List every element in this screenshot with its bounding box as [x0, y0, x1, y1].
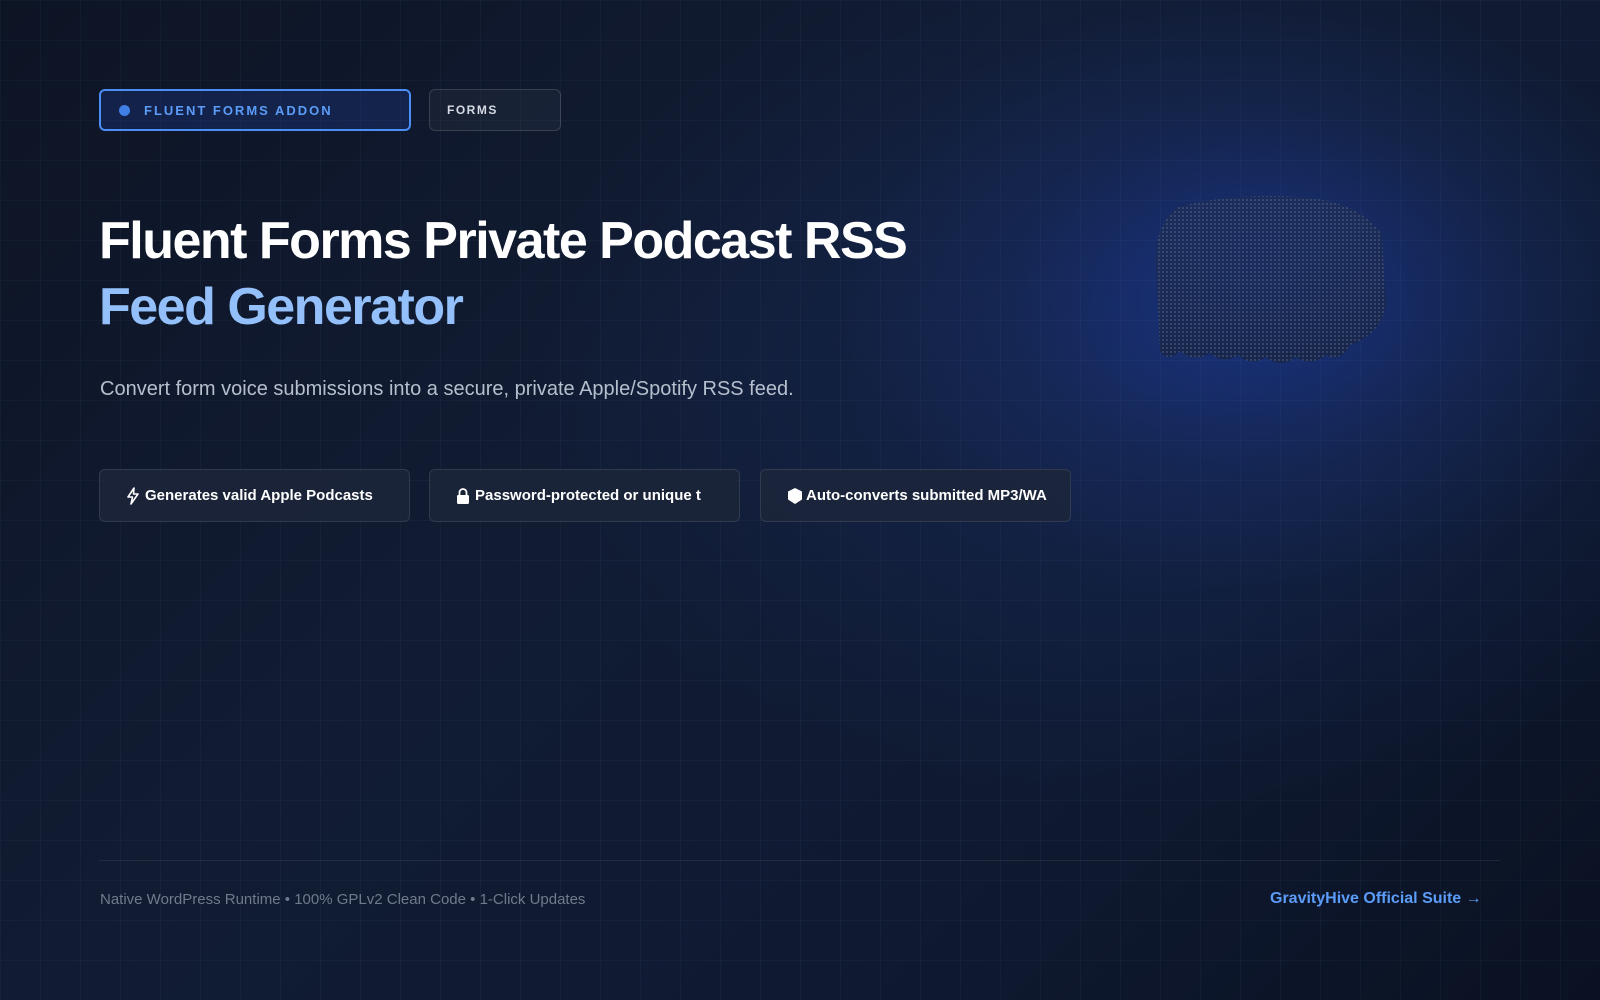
- page-subtitle: Convert form voice submissions into a se…: [100, 378, 794, 400]
- shield-icon: [787, 487, 803, 505]
- feature-card-password: Password-protected or unique t: [429, 469, 740, 522]
- page-title-line1: Fluent Forms Private Podcast RSS: [99, 212, 908, 270]
- feature-label: Password-protected or unique t: [475, 487, 701, 504]
- lightning-icon: [126, 486, 142, 505]
- gravityhive-suite-link[interactable]: GravityHive Official Suite →: [1270, 890, 1482, 908]
- addon-badge: FLUENT FORMS ADDON: [99, 89, 411, 131]
- footer-divider: [99, 860, 1500, 861]
- feature-card-apple-podcasts: Generates valid Apple Podcasts: [99, 469, 410, 522]
- feature-card-auto-convert: Auto-converts submitted MP3/WA: [760, 469, 1071, 522]
- addon-badge-label: FLUENT FORMS ADDON: [144, 102, 333, 118]
- category-badge-label: FORMS: [447, 103, 498, 117]
- feature-label: Auto-converts submitted MP3/WA: [806, 487, 1047, 504]
- lock-icon: [456, 487, 472, 505]
- decorative-mesh-shape: [1155, 196, 1386, 363]
- page-title-line2: Feed Generator: [99, 278, 464, 336]
- category-badge: FORMS: [429, 89, 561, 131]
- page-title: Fluent Forms Private Podcast RSS Feed Ge…: [99, 208, 908, 340]
- footer-tagline: Native WordPress Runtime • 100% GPLv2 Cl…: [100, 891, 586, 908]
- feature-label: Generates valid Apple Podcasts: [145, 487, 373, 504]
- status-dot-icon: [119, 104, 130, 116]
